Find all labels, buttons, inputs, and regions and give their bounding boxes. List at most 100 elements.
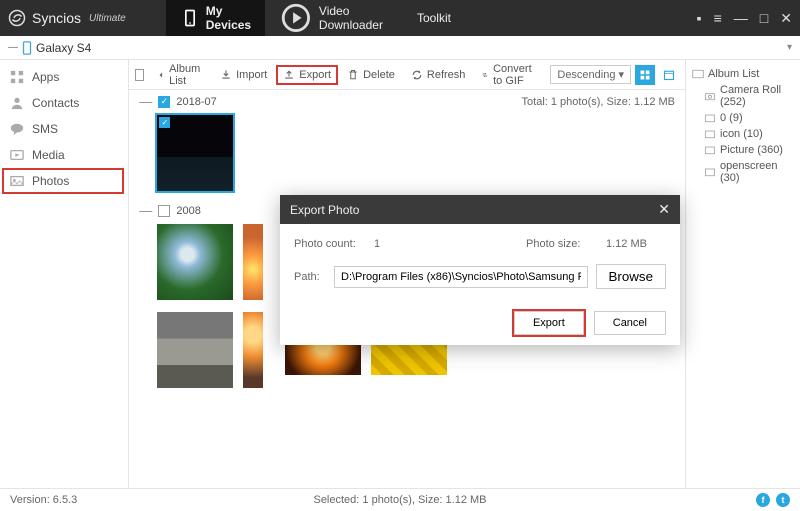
device-dropdown-icon[interactable]: ▾ [787,42,792,53]
path-label: Path: [294,271,334,283]
album-label: icon (10) [720,128,763,140]
dialog-export-button[interactable]: Export [514,311,584,335]
album-list-header[interactable]: Album List [690,66,796,82]
header-nav: My Devices Video Downloader Toolkit [166,0,465,36]
import-label: Import [236,69,267,81]
group-summary: Total: 1 photo(s), Size: 1.12 MB [522,96,675,108]
sidebar-item-contacts[interactable]: Contacts [0,90,128,116]
sidebar-item-media[interactable]: Media [0,142,128,168]
togif-button[interactable]: Convert to GIF [474,60,546,91]
export-button[interactable]: Export [276,65,338,85]
collapse-icon[interactable]: — [139,203,152,218]
dialog-close-icon[interactable]: ✕ [658,201,670,218]
sidebar-item-apps[interactable]: Apps [0,64,128,90]
minimize-icon[interactable]: ― [734,10,748,27]
view-calendar-button[interactable] [659,65,679,85]
app-logo: Syncios Ultimate [8,9,126,27]
close-icon[interactable]: ✕ [780,10,792,27]
photo-thumb[interactable]: ✓ [157,115,233,191]
maximize-icon[interactable]: □ [760,10,768,27]
grid-view-icon [639,69,651,81]
sidebar-photos-label: Photos [32,174,69,188]
trash-icon [347,69,359,81]
check-icon: ✓ [159,117,170,128]
sidebar: Apps Contacts SMS Media Photos [0,60,129,488]
sort-label: Descending [557,69,615,81]
device-bar: — Galaxy S4 ▾ [0,36,800,60]
delete-button[interactable]: Delete [340,65,402,85]
photo-size-label: Photo size: [526,238,606,250]
back-icon [157,69,165,81]
album-label: openscreen (30) [720,160,794,184]
photo-count-label: Photo count: [294,238,374,250]
export-label: Export [299,69,331,81]
window-controls: ▪ ≡ ― □ ✕ [697,10,792,27]
photo-size-value: 1.12 MB [606,238,666,250]
select-all-checkbox[interactable] [135,69,144,81]
group-name: 2018-07 [176,96,216,108]
app-header: Syncios Ultimate My Devices Video Downlo… [0,0,800,36]
sort-dropdown[interactable]: Descending ▾ [550,65,631,84]
album-label: Camera Roll (252) [720,84,794,108]
image-icon [704,128,716,140]
group-name: 2008 [176,205,200,217]
album-item[interactable]: 0 (9) [690,110,796,126]
group-checkbox[interactable] [158,205,170,217]
photos-icon [10,174,24,188]
photo-thumb[interactable] [157,312,233,388]
facebook-icon[interactable]: f [756,493,770,507]
albumlist-button[interactable]: Album List [150,60,211,91]
tab-toolkit-label: Toolkit [417,11,451,25]
device-collapse-icon[interactable]: — [8,42,18,53]
sidebar-media-label: Media [32,148,65,162]
apps-icon [10,70,24,84]
photo-thumb[interactable] [243,224,263,300]
togif-label: Convert to GIF [493,63,539,87]
photo-thumb[interactable] [243,312,263,388]
album-item[interactable]: Camera Roll (252) [690,82,796,110]
message-icon[interactable]: ▪ [697,10,702,27]
import-icon [220,69,232,81]
tab-video-downloader[interactable]: Video Downloader [265,0,397,36]
album-item[interactable]: Picture (360) [690,142,796,158]
image-icon [692,68,704,80]
album-list-title: Album List [708,68,759,80]
photo-thumb[interactable] [157,224,233,300]
tab-my-devices[interactable]: My Devices [166,0,265,36]
menu-icon[interactable]: ≡ [714,10,722,27]
refresh-icon [411,69,423,81]
dialog-cancel-button[interactable]: Cancel [594,311,666,335]
sidebar-item-sms[interactable]: SMS [0,116,128,142]
camera-icon [704,90,716,102]
refresh-label: Refresh [427,69,466,81]
album-label: 0 (9) [720,112,743,124]
view-grid-button[interactable] [635,65,655,85]
import-button[interactable]: Import [213,65,274,85]
tab-my-devices-label: My Devices [206,4,251,32]
app-name: Syncios [32,10,81,26]
album-panel: Album List Camera Roll (252) 0 (9) icon … [685,60,800,488]
path-input[interactable] [334,266,588,288]
sidebar-contacts-label: Contacts [32,96,79,110]
group-header[interactable]: — ✓ 2018-07 Total: 1 photo(s), Size: 1.1… [129,90,685,113]
delete-label: Delete [363,69,395,81]
group-checkbox[interactable]: ✓ [158,96,170,108]
selection-status: Selected: 1 photo(s), Size: 1.12 MB [313,494,486,506]
album-item[interactable]: icon (10) [690,126,796,142]
album-label: Picture (360) [720,144,783,156]
app-edition: Ultimate [89,13,126,24]
refresh-button[interactable]: Refresh [404,65,473,85]
phone-icon [180,8,200,28]
twitter-icon[interactable]: t [776,493,790,507]
tab-toolkit[interactable]: Toolkit [397,0,465,36]
export-icon [283,69,295,81]
sidebar-item-photos[interactable]: Photos [2,168,124,194]
dialog-titlebar[interactable]: Export Photo ✕ [280,195,680,224]
collapse-icon[interactable]: — [139,94,152,109]
device-phone-icon [22,41,32,55]
play-icon [279,1,313,35]
device-name[interactable]: Galaxy S4 [36,41,91,55]
albumlist-label: Album List [169,63,204,87]
album-item[interactable]: openscreen (30) [690,158,796,186]
browse-button[interactable]: Browse [596,264,666,289]
